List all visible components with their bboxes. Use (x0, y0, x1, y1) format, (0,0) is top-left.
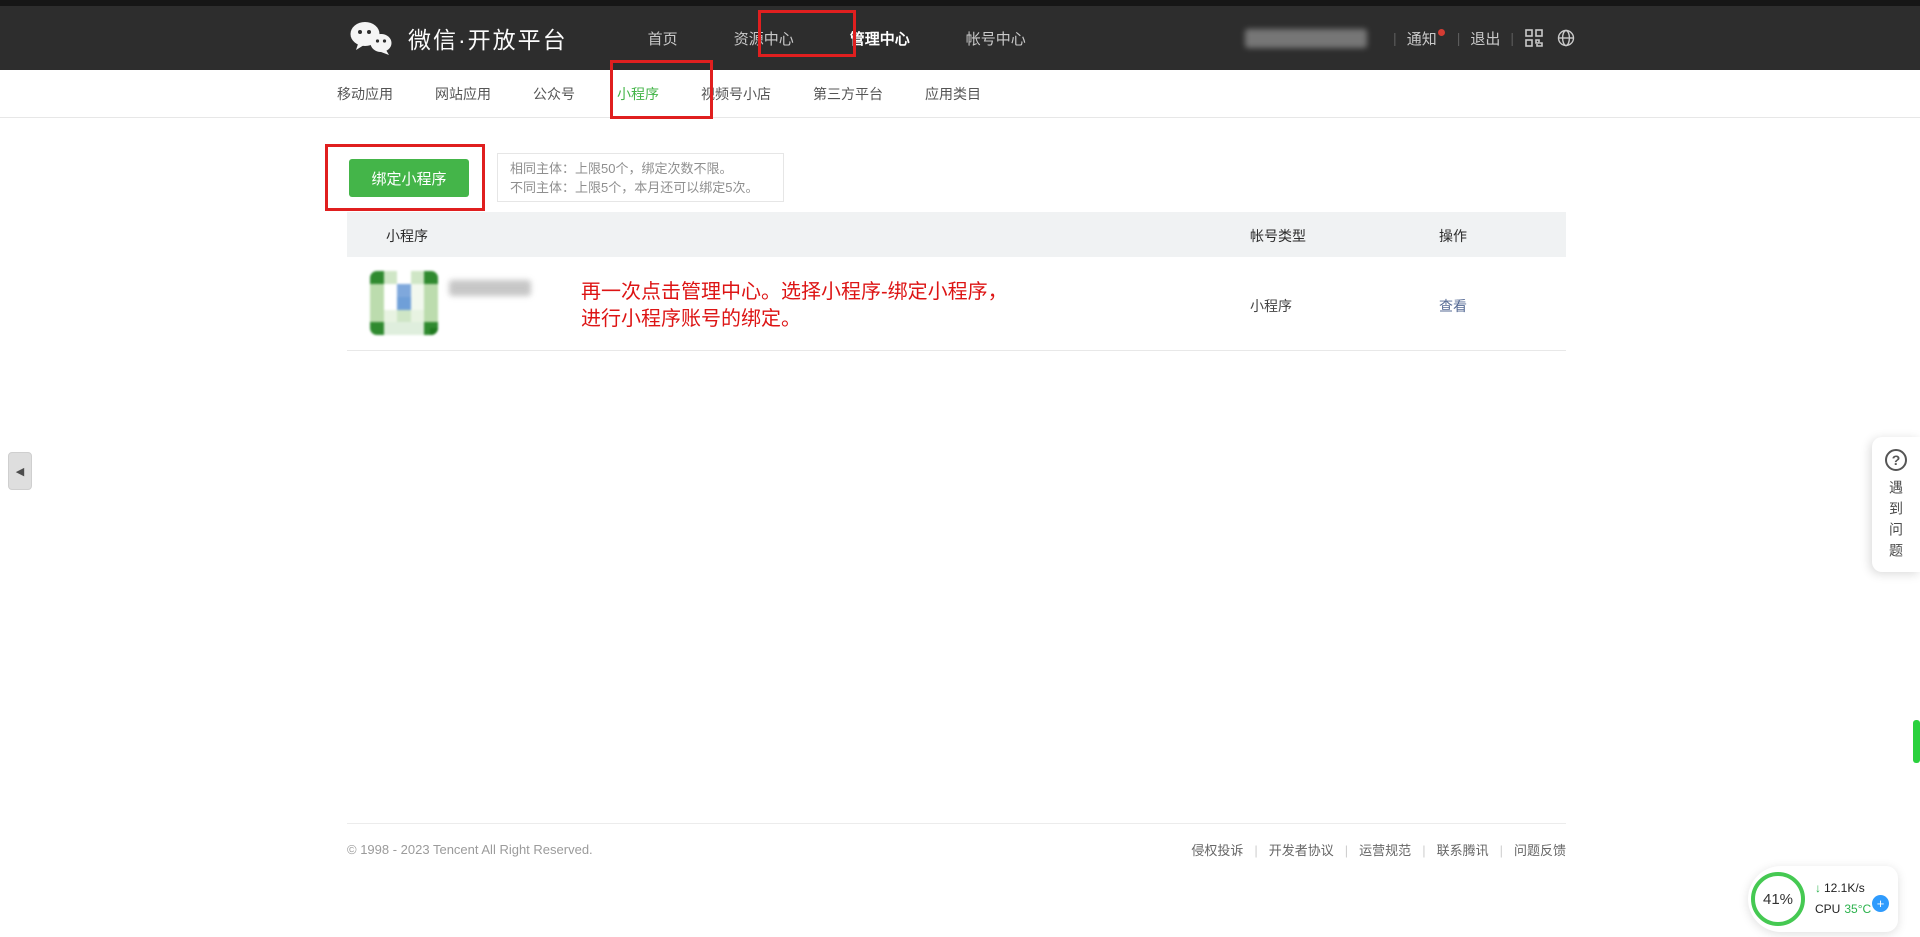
cpu-label: CPU (1815, 902, 1840, 916)
help-widget-label: 遇到问题 (1886, 480, 1906, 564)
bind-limit-note-line1: 相同主体：上限50个，绑定次数不限。 (510, 159, 771, 178)
divider: | (1457, 30, 1461, 46)
cpu-status: CPU 35°C (1815, 902, 1871, 916)
memory-usage-percent: 41% (1763, 891, 1793, 908)
collapse-arrow-icon: ◀ (16, 465, 24, 478)
tab-mini-program[interactable]: 小程序 (596, 84, 680, 104)
view-link[interactable]: 查看 (1439, 296, 1467, 316)
nav-item-account-center[interactable]: 帐号中心 (938, 28, 1054, 49)
table-row: 再一次点击管理中心。选择小程序-绑定小程序， 进行小程序账号的绑定。 小程序 查… (347, 257, 1566, 351)
table-header: 小程序 帐号类型 操作 (347, 212, 1566, 257)
mini-program-table: 小程序 帐号类型 操作 (347, 212, 1566, 351)
nav-item-resources[interactable]: 资源中心 (706, 28, 822, 49)
wechat-logo-icon (348, 19, 394, 57)
page: 微信·开放平台 首页 资源中心 管理中心 帐号中心 | 通知 | 退出 | (0, 0, 1920, 937)
divider: | (1510, 30, 1514, 46)
header-action: 操作 (1439, 226, 1467, 246)
tab-channels-shop[interactable]: 视频号小店 (680, 84, 792, 104)
mini-program-name-blurred (449, 280, 531, 296)
footer-link-infringement[interactable]: 侵权投诉 (1191, 840, 1243, 859)
brand-title: 微信·开放平台 (408, 21, 568, 55)
bind-mini-program-button[interactable]: 绑定小程序 (349, 159, 469, 197)
tab-app-category[interactable]: 应用类目 (904, 84, 1002, 104)
navbar-right: | 通知 | 退出 | (1245, 28, 1576, 49)
main-nav-items: 首页 资源中心 管理中心 帐号中心 (620, 28, 1054, 49)
tab-third-party-platform[interactable]: 第三方平台 (792, 84, 904, 104)
help-widget[interactable]: ? 遇到问题 (1872, 437, 1920, 572)
footer: © 1998 - 2023 Tencent All Right Reserved… (347, 823, 1566, 859)
footer-link-operation-rules[interactable]: 运营规范 (1334, 840, 1411, 859)
tab-website-app[interactable]: 网站应用 (414, 84, 512, 104)
footer-link-feedback[interactable]: 问题反馈 (1489, 840, 1566, 859)
monitor-expand-button[interactable]: + (1872, 895, 1889, 912)
plus-icon: + (1877, 897, 1885, 910)
account-type-value: 小程序 (1250, 296, 1292, 316)
notifications-link[interactable]: 通知 (1407, 28, 1437, 49)
tab-official-account[interactable]: 公众号 (512, 84, 596, 104)
network-speed: ↓12.1K/s (1815, 881, 1865, 895)
divider: | (1393, 30, 1397, 46)
tutorial-annotation: 再一次点击管理中心。选择小程序-绑定小程序， 进行小程序账号的绑定。 (581, 279, 1008, 333)
tutorial-annotation-line2: 进行小程序账号的绑定。 (581, 306, 1008, 333)
mini-program-icon-blurred (370, 271, 438, 335)
account-name-blurred[interactable] (1245, 29, 1367, 48)
footer-link-contact-tencent[interactable]: 联系腾讯 (1411, 840, 1488, 859)
qr-code-icon[interactable] (1524, 28, 1544, 48)
notification-badge (1438, 29, 1445, 36)
download-arrow-icon: ↓ (1815, 881, 1821, 895)
header-mini-program: 小程序 (386, 226, 428, 246)
tutorial-annotation-line1: 再一次点击管理中心。选择小程序-绑定小程序， (581, 279, 1008, 306)
logout-link[interactable]: 退出 (1470, 28, 1500, 49)
bind-limit-note-line2: 不同主体：上限5个，本月还可以绑定5次。 (510, 178, 771, 197)
footer-link-developer-agreement[interactable]: 开发者协议 (1243, 840, 1333, 859)
sidebar-collapse-button[interactable]: ◀ (8, 452, 32, 490)
cpu-temperature: 35°C (1844, 902, 1871, 916)
copyright-text: © 1998 - 2023 Tencent All Right Reserved… (347, 842, 593, 857)
nav-item-management-center[interactable]: 管理中心 (822, 28, 938, 49)
main-navbar: 微信·开放平台 首页 资源中心 管理中心 帐号中心 | 通知 | 退出 | (0, 6, 1920, 70)
app-type-tabbar: 移动应用 网站应用 公众号 小程序 视频号小店 第三方平台 应用类目 (0, 70, 1920, 118)
header-account-type: 帐号类型 (1250, 226, 1306, 246)
brand[interactable]: 微信·开放平台 (348, 19, 568, 57)
tab-mobile-app[interactable]: 移动应用 (316, 84, 414, 104)
question-mark-icon: ? (1885, 449, 1907, 471)
memory-usage-gauge[interactable]: 41% (1751, 872, 1805, 926)
scrollbar-thumb[interactable] (1913, 720, 1920, 763)
network-speed-value: 12.1K/s (1824, 881, 1865, 895)
globe-language-icon[interactable] (1556, 28, 1576, 48)
nav-item-home[interactable]: 首页 (620, 28, 706, 49)
footer-links: 侵权投诉 开发者协议 运营规范 联系腾讯 问题反馈 (1191, 840, 1566, 859)
bind-limit-note: 相同主体：上限50个，绑定次数不限。 不同主体：上限5个，本月还可以绑定5次。 (497, 153, 784, 202)
